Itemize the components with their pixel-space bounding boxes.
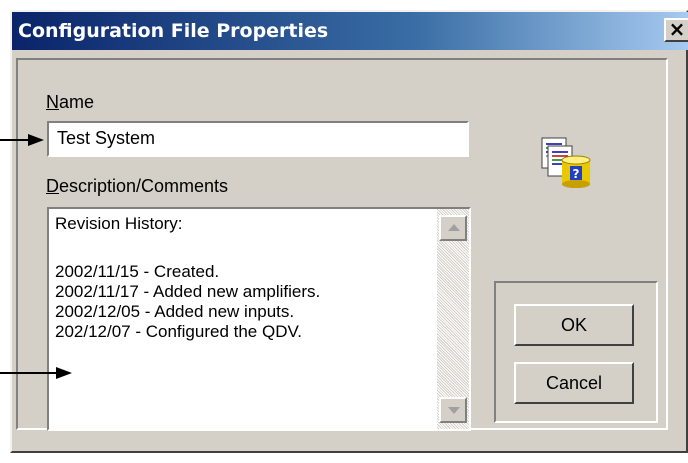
- title-bar[interactable]: Configuration File Properties ×: [12, 12, 688, 50]
- description-label-rest: escription/Comments: [59, 176, 229, 196]
- description-textarea[interactable]: Revision History: 2002/11/15 - Created. …: [47, 207, 471, 431]
- description-line: 202/12/07 - Configured the QDV.: [55, 322, 302, 341]
- cancel-button[interactable]: Cancel: [514, 362, 634, 404]
- ok-button[interactable]: OK: [514, 304, 634, 346]
- description-label: Description/Comments: [46, 176, 228, 197]
- name-input[interactable]: Test System: [47, 121, 469, 157]
- scroll-up-button[interactable]: [439, 215, 467, 241]
- name-label-rest: ame: [59, 92, 95, 112]
- vertical-scrollbar[interactable]: [437, 209, 469, 429]
- description-line: 2002/11/15 - Created.: [55, 262, 220, 281]
- window-title: Configuration File Properties: [18, 20, 329, 42]
- name-label: Name: [46, 92, 94, 113]
- close-icon: ×: [668, 17, 686, 41]
- up-arrow-icon: [448, 224, 460, 231]
- svg-text:?: ?: [573, 167, 580, 181]
- name-label-mnemonic: N: [46, 92, 59, 112]
- description-label-mnemonic: D: [46, 176, 59, 196]
- description-line: Revision History:: [55, 214, 183, 233]
- down-arrow-icon: [448, 407, 460, 414]
- description-line: 2002/12/05 - Added new inputs.: [55, 302, 295, 321]
- close-button[interactable]: ×: [664, 18, 688, 42]
- scroll-down-button[interactable]: [439, 397, 467, 423]
- description-line: 2002/11/17 - Added new amplifiers.: [55, 282, 321, 301]
- document-database-help-icon: ?: [538, 136, 594, 192]
